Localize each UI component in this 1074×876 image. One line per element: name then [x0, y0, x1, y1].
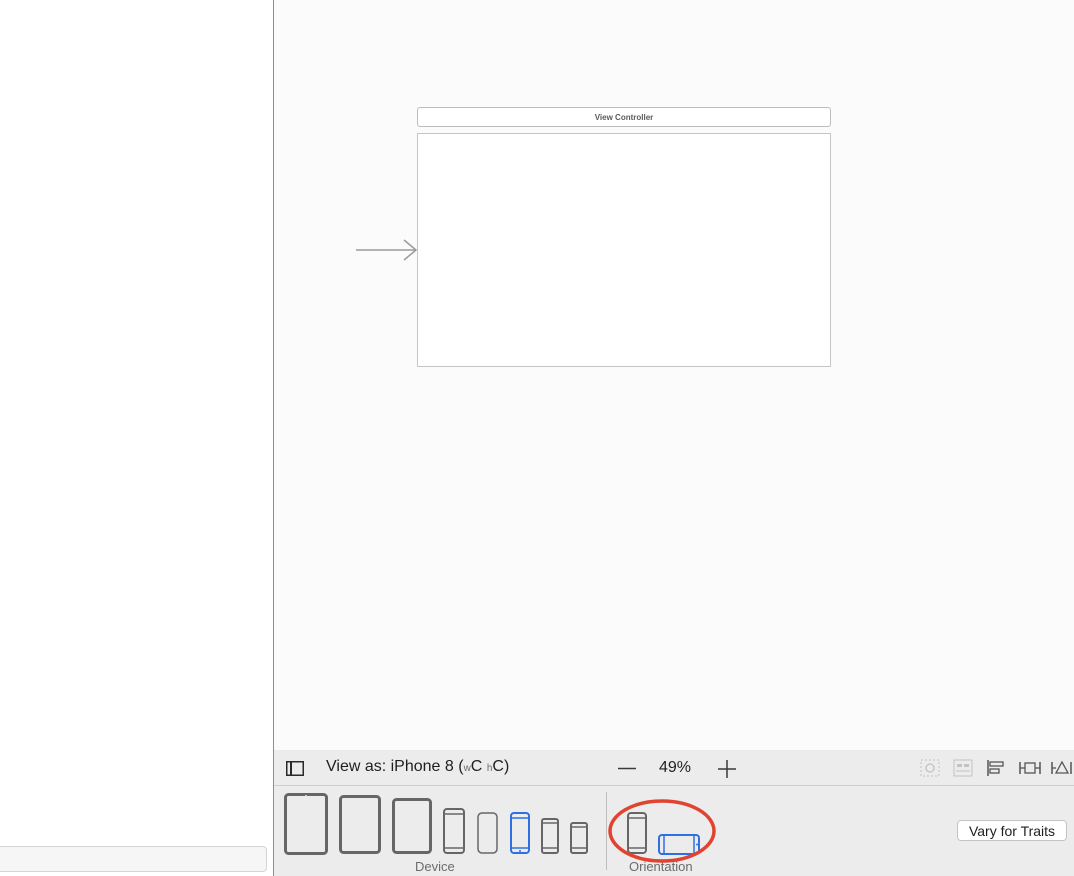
orientation-label: Orientation — [629, 859, 693, 874]
device-label: Device — [415, 859, 455, 874]
navigator-panel — [0, 0, 274, 876]
vary-for-traits-button[interactable]: Vary for Traits — [957, 820, 1067, 841]
document-outline-toggle-icon[interactable] — [286, 761, 304, 776]
width-class: C — [470, 758, 483, 775]
iphone-x-icon[interactable] — [443, 808, 465, 854]
filter-field[interactable] — [0, 846, 267, 872]
iphone-8-plus-icon[interactable] — [477, 812, 498, 854]
ipad-pro-10.5-icon[interactable] — [339, 795, 381, 854]
iphone-se-icon[interactable] — [541, 818, 559, 854]
view-as-toolbar: View as: iPhone 8 (wC hC) 49% — [274, 750, 1074, 786]
add-constraints-icon[interactable] — [1019, 759, 1041, 777]
iphone-4s-icon[interactable] — [570, 822, 588, 854]
view-controller-scene[interactable] — [417, 133, 831, 367]
entry-point-arrow-icon[interactable] — [356, 238, 418, 262]
plus-icon[interactable] — [718, 760, 736, 778]
iphone-8-icon[interactable] — [510, 812, 530, 854]
align-icon[interactable] — [986, 759, 1006, 777]
resolve-layout-issues-icon[interactable] — [1051, 759, 1073, 777]
ipad-pro-12.9-icon[interactable] — [284, 793, 328, 855]
width-class-prefix: w — [463, 763, 471, 774]
scene-title-bar[interactable]: View Controller — [417, 107, 831, 127]
embed-in-stack-icon[interactable] — [953, 759, 973, 777]
update-frames-icon[interactable] — [920, 759, 940, 777]
device-configuration-bar: Device Orientation Vary for Traits — [274, 786, 1074, 876]
scene-title: View Controller — [594, 112, 654, 122]
ipad-pro-9.7-icon[interactable] — [392, 798, 432, 854]
height-class: C — [492, 758, 504, 775]
zoom-level: 49% — [659, 759, 692, 776]
highlight-circle-annotation — [608, 799, 716, 863]
view-as-label[interactable]: View as: iPhone 8 (wC hC) — [326, 758, 509, 776]
minus-icon[interactable] — [618, 767, 636, 770]
storyboard-canvas[interactable]: View Controller — [274, 0, 1074, 750]
view-as-device: View as: iPhone 8 ( — [326, 758, 464, 775]
view-as-close-paren: ) — [503, 758, 510, 775]
